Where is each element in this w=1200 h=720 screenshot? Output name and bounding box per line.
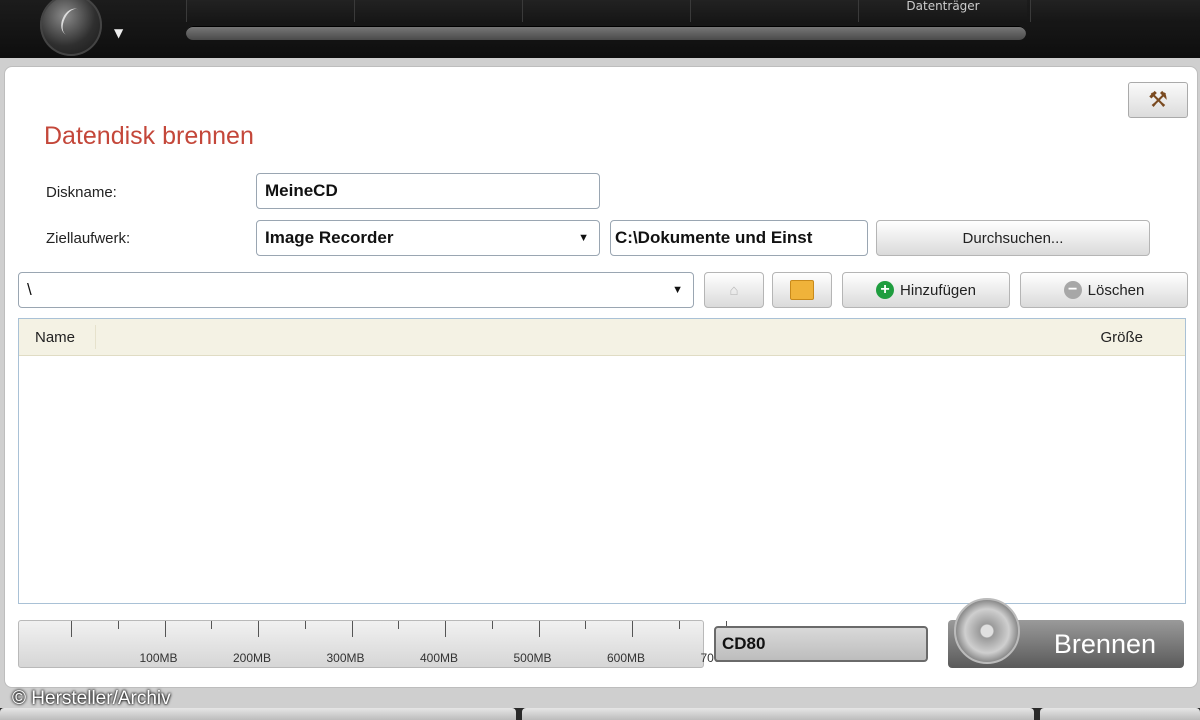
- plus-icon: +: [876, 281, 895, 299]
- browse-button-label: Durchsuchen...: [962, 229, 1064, 247]
- add-button-label: Hinzufügen: [900, 281, 976, 299]
- ruler-major-tick: [538, 621, 540, 637]
- new-folder-icon: [790, 280, 814, 300]
- file-list[interactable]: Name Größe: [18, 318, 1186, 604]
- hammer-icon: ⚒: [1148, 87, 1168, 113]
- image-path-value: C:\Dokumente und Einst: [615, 228, 813, 247]
- ruler-minor-tick: [304, 621, 306, 629]
- delete-button[interactable]: − Löschen: [1020, 272, 1188, 308]
- chevron-down-icon[interactable]: ▼: [114, 26, 123, 40]
- tab-4[interactable]: [690, 0, 859, 22]
- add-button[interactable]: + Hinzufügen: [842, 272, 1010, 308]
- ruler-major-tick: [632, 621, 633, 637]
- ruler-minor-tick: [585, 621, 587, 629]
- ruler-major-tick: [445, 621, 446, 637]
- disc-type-value: CD80: [722, 634, 766, 653]
- ruler-label: 300MB: [326, 651, 365, 665]
- ruler-label: 600MB: [606, 651, 646, 665]
- column-header-size[interactable]: Größe: [1100, 329, 1143, 346]
- column-header-name[interactable]: Name: [35, 329, 75, 346]
- tab-active-label: Datenträger: [906, 0, 980, 13]
- ruler-minor-tick: [117, 621, 119, 629]
- copyright-watermark: © Hersteller/Archiv: [12, 688, 171, 709]
- ziellaufwerk-label: Ziellaufwerk:: [46, 230, 131, 247]
- hammer-button[interactable]: ⚒: [1128, 82, 1188, 118]
- ruler-minor-tick: [398, 621, 400, 629]
- folder-path-select[interactable]: \ ▼: [18, 272, 694, 308]
- page-title: Datendisk brennen: [44, 122, 254, 150]
- tab-3[interactable]: [522, 0, 691, 22]
- ruler-label: 200MB: [232, 651, 272, 665]
- ruler-minor-tick: [211, 621, 213, 629]
- tab-track: [186, 26, 1026, 40]
- ruler-major-tick: [351, 621, 353, 637]
- burn-button[interactable]: Brennen: [948, 598, 1184, 668]
- app-orb-icon[interactable]: [40, 0, 102, 56]
- ruler-major-tick: [258, 621, 259, 637]
- ruler-minor-tick: [491, 621, 493, 629]
- diskname-input[interactable]: MeineCD: [256, 173, 600, 209]
- bottom-tab-1[interactable]: [0, 708, 516, 720]
- tab-1[interactable]: [186, 0, 355, 22]
- ruler-major-tick: [71, 621, 72, 637]
- folder-up-button[interactable]: ⌂: [704, 272, 764, 308]
- folder-path-value: \: [27, 280, 32, 299]
- new-folder-button[interactable]: [772, 272, 832, 308]
- file-list-header: Name Größe: [19, 319, 1185, 356]
- folder-up-icon: ⌂: [729, 281, 739, 299]
- bottom-tab-2[interactable]: [522, 708, 1034, 720]
- dropdown-arrow-icon: ▼: [672, 284, 683, 296]
- burn-button-label: Brennen: [1053, 628, 1156, 659]
- minus-icon: −: [1063, 281, 1082, 299]
- tab-active[interactable]: Datenträger: [858, 0, 1027, 22]
- tab-2[interactable]: [354, 0, 523, 22]
- image-path-input[interactable]: C:\Dokumente und Einst: [610, 220, 868, 256]
- tab-6[interactable]: [1030, 0, 1200, 22]
- capacity-bar: 100MB200MB300MB400MB500MB600MB700MB: [18, 620, 739, 668]
- ziellaufwerk-value: Image Recorder: [265, 228, 394, 247]
- ruler-label: 400MB: [419, 651, 459, 665]
- bottom-tab-3[interactable]: [1040, 708, 1200, 720]
- ziellaufwerk-select[interactable]: Image Recorder ▼: [256, 220, 600, 256]
- delete-button-label: Löschen: [1087, 281, 1145, 299]
- column-divider: [95, 325, 96, 349]
- ruler-minor-tick: [678, 621, 680, 629]
- dropdown-arrow-icon: ▼: [578, 232, 589, 244]
- disc-burn-icon: [954, 598, 1020, 664]
- diskname-label: Diskname:: [46, 184, 117, 201]
- ruler-major-tick: [164, 621, 166, 637]
- top-bar: ▼ Datenträger: [0, 0, 1200, 58]
- diskname-value: MeineCD: [265, 181, 338, 200]
- browse-button[interactable]: Durchsuchen...: [876, 220, 1150, 256]
- ruler-label: 100MB: [139, 651, 178, 665]
- disc-type-field[interactable]: CD80: [714, 626, 928, 662]
- ruler-label: 500MB: [513, 651, 552, 665]
